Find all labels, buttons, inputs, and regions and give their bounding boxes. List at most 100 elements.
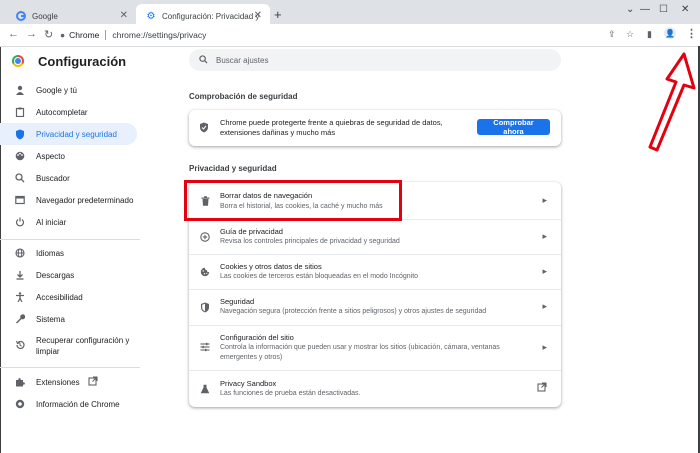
accessibility-icon (14, 291, 26, 303)
side-panel-icon[interactable]: ▮ (647, 29, 652, 40)
close-tab-icon[interactable]: ✕ (120, 10, 128, 21)
power-icon (14, 216, 26, 228)
chrome-icon (14, 398, 26, 410)
sidebar-item-downloads[interactable]: Descargas (0, 264, 137, 286)
search-settings-input[interactable]: Buscar ajustes (189, 49, 561, 71)
sidebar-item-label: Autocompletar (36, 107, 88, 117)
sidebar-item-google[interactable]: Google y tú (0, 79, 137, 101)
sidebar-item-extensions[interactable]: Extensiones (0, 371, 137, 393)
tab-label: Google (32, 11, 58, 21)
row-cookies[interactable]: Cookies y otros datos de sitios Las cook… (189, 254, 561, 289)
sidebar-item-label: Descargas (36, 270, 75, 280)
external-link-icon (88, 376, 98, 388)
close-window-button[interactable]: ✕ (681, 4, 689, 15)
puzzle-icon (14, 376, 26, 388)
sidebar-item-label: Aspecto (36, 151, 65, 161)
sidebar-item-system[interactable]: Sistema (0, 308, 137, 330)
sidebar-item-autofill[interactable]: Autocompletar (0, 101, 137, 123)
row-subtitle: Controla la información que pueden usar … (220, 344, 500, 361)
menu-kebab-icon[interactable]: ⋮ (686, 27, 697, 40)
sidebar-item-privacy[interactable]: Privacidad y seguridad (0, 123, 137, 145)
sidebar-divider (0, 367, 140, 368)
row-title: Configuración del sitio (220, 333, 294, 342)
row-title: Privacy Sandbox (220, 379, 277, 388)
address-path: chrome://settings/privacy (112, 30, 207, 40)
reset-label-line1: Recuperar configuración y (36, 336, 130, 345)
sliders-icon (199, 341, 211, 353)
browser-icon (14, 194, 26, 206)
google-icon (16, 11, 26, 21)
row-subtitle: Revisa los controles principales de priv… (220, 238, 400, 245)
sidebar-item-label: Privacidad y seguridad (36, 129, 117, 139)
bookmark-star-icon[interactable]: ☆ (626, 29, 634, 40)
sidebar-item-label: Idiomas (36, 248, 65, 258)
shield-icon (199, 122, 209, 135)
shield-icon (199, 301, 211, 313)
person-icon (14, 84, 26, 96)
tab-search-icon[interactable]: ⌄ (626, 4, 634, 15)
highlight-box (184, 180, 402, 221)
row-security[interactable]: Seguridad Navegación segura (protección … (189, 289, 561, 325)
cookie-icon (199, 266, 211, 278)
sidebar-item-languages[interactable]: Idiomas (0, 242, 137, 264)
chevron-right-icon: ▸ (542, 266, 547, 276)
chevron-right-icon: ▸ (542, 301, 547, 311)
wrench-icon (14, 313, 26, 325)
sidebar-item-label: Buscador (36, 173, 70, 183)
sidebar-item-label: Información de Chrome (36, 399, 120, 409)
share-icon[interactable]: ⇪ (608, 29, 616, 40)
safety-section-title: Comprobación de seguridad (189, 92, 298, 101)
sidebar-item-label: Al iniciar (36, 217, 67, 227)
reload-icon[interactable]: ↻ (44, 28, 53, 41)
sidebar-item-accessibility[interactable]: Accesibilidad (0, 286, 137, 308)
browser-toolbar: ← → ↻ ● Chrome chrome://settings/privacy… (0, 24, 700, 47)
red-arrow-icon (648, 52, 696, 152)
new-tab-button[interactable]: + (274, 7, 282, 22)
clipboard-icon (14, 106, 26, 118)
row-subtitle: Las cookies de terceros están bloqueadas… (220, 273, 419, 280)
privacy-section-title: Privacidad y seguridad (189, 164, 277, 173)
back-arrow-icon[interactable]: ← (8, 28, 19, 40)
minimize-button[interactable]: — (640, 4, 650, 15)
row-subtitle: Navegación segura (protección frente a s… (220, 308, 487, 315)
chrome-logo-icon (12, 55, 24, 67)
sidebar-item-label: Google y tú (36, 85, 77, 95)
row-subtitle: Las funciones de prueba están desactivad… (220, 390, 361, 397)
safety-description: Chrome puede protegerte frente a quiebra… (220, 118, 443, 137)
row-privacy-sandbox[interactable]: Privacy Sandbox Las funciones de prueba … (189, 370, 561, 407)
sidebar-item-reset[interactable]: Recuperar configuración y limpiar (0, 331, 137, 361)
sidebar-item-label: Sistema (36, 314, 65, 324)
forward-arrow-icon[interactable]: → (26, 28, 37, 40)
globe-icon (14, 247, 26, 259)
search-icon (14, 172, 26, 184)
close-tab-icon[interactable]: ✕ (254, 10, 262, 21)
tab-label: Configuración: Privacidad y segu (162, 11, 260, 21)
safety-check-card: Chrome puede protegerte frente a quiebra… (189, 110, 561, 146)
row-privacy-guide[interactable]: Guía de privacidad Revisa los controles … (189, 219, 561, 254)
compass-icon (199, 231, 211, 243)
sidebar-item-label: Navegador predeterminado (36, 195, 134, 205)
download-icon (14, 269, 26, 281)
shield-icon (14, 128, 26, 140)
sidebar-item-search-engine[interactable]: Buscador (0, 167, 137, 189)
page-title: Configuración (38, 54, 127, 69)
sidebar-divider (0, 239, 140, 240)
flask-icon (199, 383, 211, 395)
sidebar-item-appearance[interactable]: Aspecto (0, 145, 137, 167)
search-placeholder: Buscar ajustes (216, 55, 269, 65)
restore-icon (14, 339, 26, 351)
row-title: Cookies y otros datos de sitios (220, 262, 322, 271)
sidebar-item-about-chrome[interactable]: Información de Chrome (0, 393, 137, 415)
sidebar-item-label: Extensiones (36, 377, 80, 387)
sidebar-item-default-browser[interactable]: Navegador predeterminado (0, 189, 137, 211)
palette-icon (14, 150, 26, 162)
row-title: Guía de privacidad (220, 227, 283, 236)
address-bar[interactable]: ● Chrome chrome://settings/privacy (60, 27, 600, 43)
address-separator (105, 30, 107, 40)
row-site-settings[interactable]: Configuración del sitio Controla la info… (189, 325, 561, 370)
sidebar-item-on-startup[interactable]: Al iniciar (0, 211, 137, 233)
external-link-icon (537, 382, 547, 394)
profile-avatar-icon[interactable]: 👤 (664, 27, 676, 39)
check-now-button[interactable]: Comprobar ahora (477, 118, 550, 136)
maximize-button[interactable]: ☐ (659, 4, 668, 15)
